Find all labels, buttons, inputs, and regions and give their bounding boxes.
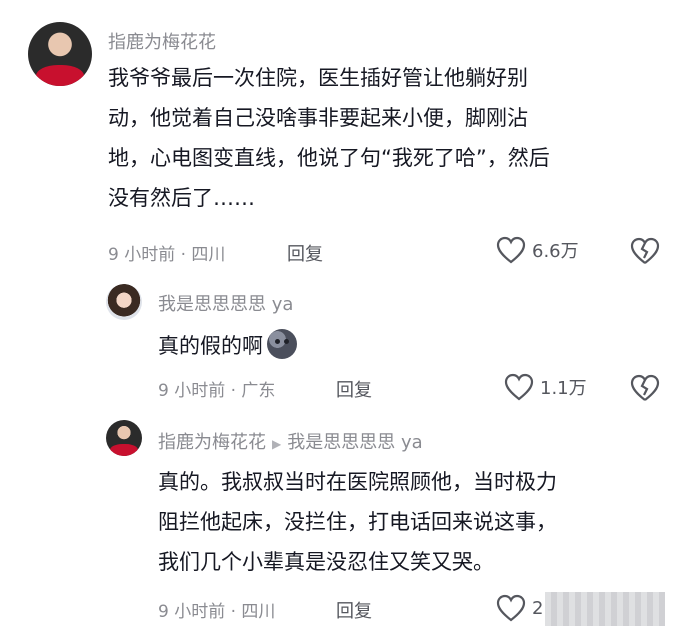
- like-button[interactable]: 2: [496, 594, 543, 622]
- broken-heart-icon[interactable]: [630, 374, 660, 402]
- heart-icon: [496, 236, 526, 264]
- avatar[interactable]: [106, 284, 142, 320]
- comment-line: 动，他觉着自己没啥事非要起来小便，脚刚沾: [108, 106, 528, 130]
- avatar[interactable]: [28, 22, 92, 86]
- comment-author: 指鹿为梅花花 ▶ 我是思思思思 ya: [158, 428, 423, 454]
- reply-target[interactable]: 我是思思思思 ya: [287, 432, 422, 453]
- like-count: 2: [532, 597, 544, 619]
- like-button[interactable]: 6.6万: [496, 236, 579, 264]
- comment-author[interactable]: 我是思思思思 ya: [158, 290, 293, 316]
- reply-button[interactable]: 回复: [287, 240, 323, 266]
- like-count: 1.1万: [540, 378, 587, 399]
- comment-time-location: 9 小时前 · 四川: [108, 245, 226, 265]
- comment-line: 没有然后了……: [108, 186, 255, 210]
- avatar[interactable]: [106, 420, 142, 456]
- comment-text: 真的。我叔叔当时在医院照顾他，当时极力 阻拦他起床，没拦住，打电话回来说这事， …: [158, 462, 668, 582]
- comment-time-location: 9 小时前 · 广东: [158, 381, 276, 401]
- like-count: 6.6万: [532, 241, 579, 262]
- comment-line: 阻拦他起床，没拦住，打电话回来说这事，: [158, 510, 557, 534]
- play-arrow-icon: ▶: [272, 437, 282, 451]
- comment-line: 真的假的啊: [158, 334, 263, 358]
- reply-button[interactable]: 回复: [336, 376, 372, 402]
- reply-author[interactable]: 指鹿为梅花花: [158, 432, 266, 453]
- comment-text: 真的假的啊: [158, 326, 638, 366]
- comment-text: 我爷爷最后一次住院，医生插好管让他躺好别 动，他觉着自己没啥事非要起来小便，脚刚…: [108, 58, 668, 218]
- reply-button[interactable]: 回复: [336, 597, 372, 623]
- watermark-blur: [545, 592, 665, 626]
- broken-heart-icon[interactable]: [630, 237, 660, 265]
- heart-icon: [496, 594, 526, 622]
- moon-face-icon: [267, 329, 297, 359]
- comment-line: 地，心电图变直线，他说了句“我死了哈”，然后: [108, 146, 550, 170]
- comment-time-location: 9 小时前 · 四川: [158, 602, 276, 622]
- heart-icon: [504, 373, 534, 401]
- like-button[interactable]: 1.1万: [504, 373, 587, 401]
- comment-author[interactable]: 指鹿为梅花花: [108, 28, 216, 54]
- comment-line: 真的。我叔叔当时在医院照顾他，当时极力: [158, 470, 557, 494]
- comment-line: 我们几个小辈真是没忍住又笑又哭。: [158, 550, 494, 574]
- comment-line: 我爷爷最后一次住院，医生插好管让他躺好别: [108, 66, 528, 90]
